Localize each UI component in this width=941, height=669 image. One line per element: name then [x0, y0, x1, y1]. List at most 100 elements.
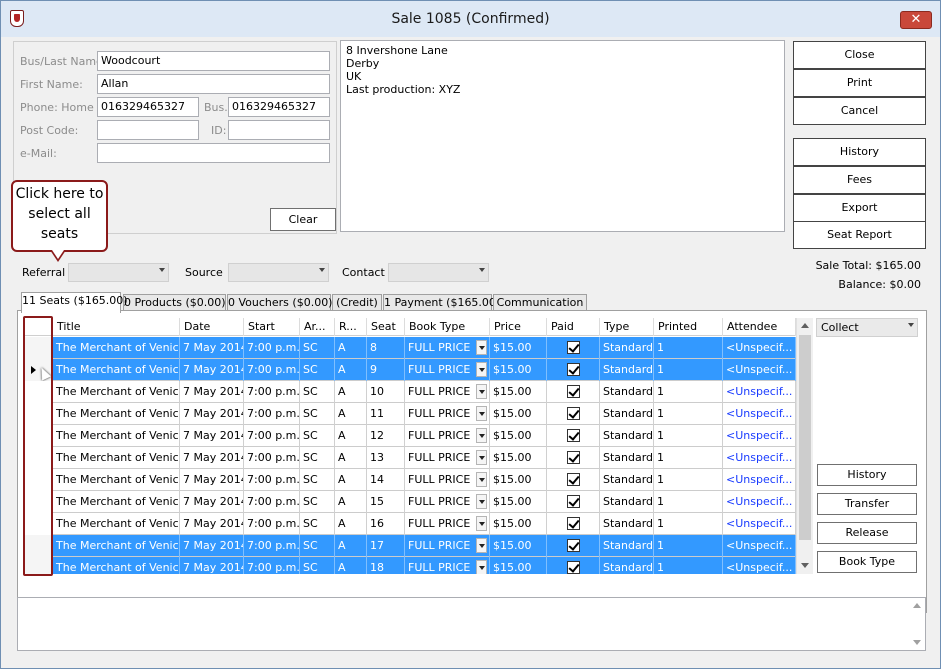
paid-checkbox[interactable]: [567, 517, 580, 530]
bus-last-name-field[interactable]: Woodcourt: [97, 51, 330, 71]
table-row[interactable]: The Merchant of Venice 7 May 2014 7:00 p.m…: [23, 491, 796, 513]
cell-paid[interactable]: [547, 403, 600, 425]
cell-paid[interactable]: [547, 535, 600, 557]
cell-paid[interactable]: [547, 381, 600, 403]
column-header-title[interactable]: Title: [53, 318, 180, 336]
paid-checkbox[interactable]: [567, 363, 580, 376]
chevron-down-icon[interactable]: [476, 428, 487, 443]
cell-attendee-text[interactable]: <Unspecif...: [726, 473, 792, 486]
source-dropdown[interactable]: [228, 263, 329, 282]
column-header-start[interactable]: Start: [244, 318, 300, 336]
column-header-paid[interactable]: Paid: [547, 318, 600, 336]
first-name-field[interactable]: Allan: [97, 74, 330, 94]
chevron-down-icon[interactable]: [476, 406, 487, 421]
cell-book-type[interactable]: FULL PRICE: [405, 359, 490, 381]
collect-dropdown[interactable]: Collect: [816, 318, 918, 337]
cell-book-type[interactable]: FULL PRICE: [405, 535, 490, 557]
table-row[interactable]: The Merchant of Venice 7 May 2014 7:00 p.m…: [23, 337, 796, 359]
cell-attendee-text[interactable]: <Unspecif...: [726, 341, 792, 354]
release-button[interactable]: Release: [817, 522, 917, 544]
cell-paid[interactable]: [547, 557, 600, 574]
clear-button[interactable]: Clear: [270, 208, 336, 231]
cell-book-type[interactable]: FULL PRICE: [405, 403, 490, 425]
seat-history-button[interactable]: History: [817, 464, 917, 486]
cell-paid[interactable]: [547, 425, 600, 447]
cell-paid[interactable]: [547, 513, 600, 535]
email-field[interactable]: [97, 143, 330, 163]
cell-paid[interactable]: [547, 491, 600, 513]
column-header-type[interactable]: Type: [600, 318, 654, 336]
notes-box[interactable]: [17, 597, 926, 651]
chevron-down-icon[interactable]: [476, 384, 487, 399]
table-row[interactable]: The Merchant of Venice 7 May 2014 7:00 p.m…: [23, 557, 796, 574]
column-header-attendee[interactable]: Attendee: [723, 318, 796, 336]
cell-attendee-text[interactable]: <Unspecif...: [726, 561, 792, 574]
table-row[interactable]: The Merchant of Venice 7 May 2014 7:00 p.m…: [23, 535, 796, 557]
paid-checkbox[interactable]: [567, 341, 580, 354]
cell-book-type[interactable]: FULL PRICE: [405, 513, 490, 535]
contact-dropdown[interactable]: [388, 263, 489, 282]
chevron-down-icon[interactable]: [476, 340, 487, 355]
chevron-down-icon[interactable]: [476, 494, 487, 509]
column-header-row[interactable]: R...: [335, 318, 367, 336]
scroll-thumb[interactable]: [799, 335, 811, 540]
scroll-up-icon[interactable]: [801, 323, 809, 328]
phone-home-field[interactable]: 016329465327: [97, 97, 199, 117]
history-button[interactable]: History: [793, 138, 926, 166]
transfer-button[interactable]: Transfer: [817, 493, 917, 515]
column-header-book-type[interactable]: Book Type: [405, 318, 490, 336]
cell-attendee-text[interactable]: <Unspecif...: [726, 495, 792, 508]
close-button[interactable]: Close: [793, 41, 926, 69]
chevron-down-icon[interactable]: [476, 560, 487, 574]
cell-attendee-text[interactable]: <Unspecif...: [726, 539, 792, 552]
cell-attendee-text[interactable]: <Unspecif...: [726, 517, 792, 530]
cell-paid[interactable]: [547, 337, 600, 359]
cell-book-type[interactable]: FULL PRICE: [405, 337, 490, 359]
cell-attendee-text[interactable]: <Unspecif...: [726, 385, 792, 398]
cell-book-type[interactable]: FULL PRICE: [405, 469, 490, 491]
cell-book-type[interactable]: FULL PRICE: [405, 557, 490, 574]
scroll-down-icon[interactable]: [913, 640, 921, 645]
cell-attendee-text[interactable]: <Unspecif...: [726, 429, 792, 442]
column-header-area[interactable]: Ar...: [300, 318, 335, 336]
table-row[interactable]: The Merchant of Venice 7 May 2014 7:00 p.m…: [23, 403, 796, 425]
paid-checkbox[interactable]: [567, 473, 580, 486]
cell-book-type[interactable]: FULL PRICE: [405, 447, 490, 469]
table-row[interactable]: The Merchant of Venice 7 May 2014 7:00 p.m…: [23, 381, 796, 403]
fees-button[interactable]: Fees: [793, 166, 926, 194]
scroll-down-icon[interactable]: [801, 563, 809, 568]
export-button[interactable]: Export: [793, 194, 926, 222]
chevron-down-icon[interactable]: [476, 516, 487, 531]
postcode-field[interactable]: [97, 120, 199, 140]
cell-paid[interactable]: [547, 469, 600, 491]
cell-book-type[interactable]: FULL PRICE: [405, 381, 490, 403]
cell-attendee-text[interactable]: <Unspecif...: [726, 363, 792, 376]
id-field[interactable]: [228, 120, 330, 140]
referral-dropdown[interactable]: [68, 263, 169, 282]
cancel-button[interactable]: Cancel: [793, 97, 926, 125]
chevron-down-icon[interactable]: [476, 472, 487, 487]
seat-report-button[interactable]: Seat Report: [793, 221, 926, 249]
table-row[interactable]: The Merchant of Venice 7 May 2014 7:00 p.m…: [23, 359, 796, 381]
paid-checkbox[interactable]: [567, 539, 580, 552]
table-row[interactable]: The Merchant of Venice 7 May 2014 7:00 p.m…: [23, 425, 796, 447]
cell-paid[interactable]: [547, 359, 600, 381]
cell-book-type[interactable]: FULL PRICE: [405, 491, 490, 513]
paid-checkbox[interactable]: [567, 451, 580, 464]
table-row[interactable]: The Merchant of Venice 7 May 2014 7:00 p.m…: [23, 447, 796, 469]
scroll-up-icon[interactable]: [913, 603, 921, 608]
window-close-button[interactable]: ✕: [900, 11, 932, 29]
phone-bus-field[interactable]: 016329465327: [228, 97, 330, 117]
column-header-seat[interactable]: Seat: [367, 318, 405, 336]
print-button[interactable]: Print: [793, 69, 926, 97]
paid-checkbox[interactable]: [567, 385, 580, 398]
column-header-price[interactable]: Price: [490, 318, 547, 336]
paid-checkbox[interactable]: [567, 495, 580, 508]
cell-paid[interactable]: [547, 447, 600, 469]
tab-seats[interactable]: 11 Seats ($165.00): [21, 292, 128, 313]
grid-scrollbar[interactable]: [796, 318, 813, 574]
paid-checkbox[interactable]: [567, 407, 580, 420]
cell-book-type[interactable]: FULL PRICE: [405, 425, 490, 447]
column-header-printed[interactable]: Printed: [654, 318, 723, 336]
table-row[interactable]: The Merchant of Venice 7 May 2014 7:00 p.m…: [23, 513, 796, 535]
